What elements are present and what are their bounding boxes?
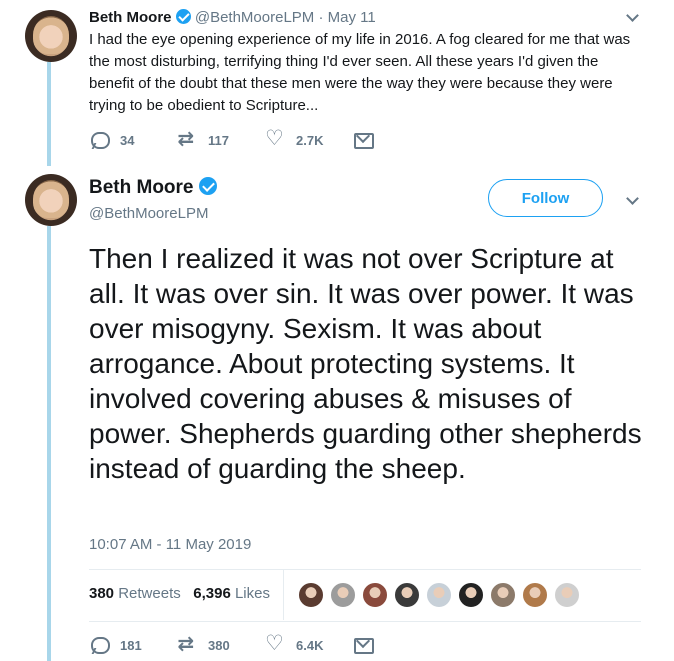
liker-avatar[interactable] <box>394 582 420 608</box>
retweet-icon <box>177 635 197 655</box>
like-button[interactable]: 6.4K <box>265 631 353 655</box>
thread-line <box>47 226 51 661</box>
liker-avatar[interactable] <box>426 582 452 608</box>
avatar[interactable] <box>25 10 77 62</box>
follow-button[interactable]: Follow <box>488 179 603 217</box>
reply-icon <box>89 130 110 150</box>
verified-icon <box>175 9 191 24</box>
divider <box>283 570 284 620</box>
tweet-timestamp[interactable]: 10:07 AM - 11 May 2019 <box>89 536 251 553</box>
verified-icon <box>198 177 217 195</box>
retweets-stat[interactable]: 380 Retweets <box>89 585 181 602</box>
reply-count: 181 <box>120 637 142 653</box>
author-name-row: Beth Moore <box>89 176 217 200</box>
envelope-icon <box>353 130 374 150</box>
tweet-header: Beth Moore @BethMooreLPM · May 11 <box>89 8 376 28</box>
divider <box>89 621 641 622</box>
reply-button[interactable]: 181 <box>89 635 177 655</box>
chevron-down-icon[interactable] <box>626 11 638 23</box>
envelope-icon <box>353 635 374 655</box>
heart-icon <box>265 126 285 150</box>
like-total: 6,396 <box>193 585 231 602</box>
author-name[interactable]: Beth Moore <box>89 177 194 198</box>
liker-avatar[interactable] <box>330 582 356 608</box>
reply-icon <box>89 635 110 655</box>
retweet-button[interactable]: 380 <box>177 635 265 655</box>
thread-line <box>47 62 51 166</box>
liker-avatar[interactable] <box>522 582 548 608</box>
liker-avatars <box>298 582 586 608</box>
liker-avatar[interactable] <box>490 582 516 608</box>
like-button[interactable]: 2.7K <box>265 126 353 150</box>
like-label: Likes <box>234 585 270 602</box>
tweet-date[interactable]: May 11 <box>328 9 376 26</box>
liker-avatar[interactable] <box>554 582 580 608</box>
retweet-total: 380 <box>89 585 115 602</box>
tweet-actions: 34 117 2.7K <box>89 126 441 150</box>
direct-message-button[interactable] <box>353 635 441 655</box>
separator: · <box>318 9 324 26</box>
tweet-stats: 380 Retweets 6,396 Likes <box>89 585 270 602</box>
liker-avatar[interactable] <box>458 582 484 608</box>
avatar[interactable] <box>25 174 77 226</box>
retweet-count: 117 <box>208 132 229 148</box>
author-name[interactable]: Beth Moore <box>89 9 172 26</box>
retweet-count: 380 <box>208 637 230 653</box>
divider <box>89 569 641 570</box>
retweet-label: Retweets <box>118 585 181 602</box>
likes-stat[interactable]: 6,396 Likes <box>193 585 270 602</box>
retweet-button[interactable]: 117 <box>177 130 265 150</box>
chevron-down-icon[interactable] <box>626 194 638 206</box>
author-handle[interactable]: @BethMooreLPM <box>89 205 208 222</box>
author-handle[interactable]: @BethMooreLPM <box>195 9 314 26</box>
like-count: 6.4K <box>296 637 324 653</box>
liker-avatar[interactable] <box>362 582 388 608</box>
heart-icon <box>265 631 285 655</box>
tweet-text: I had the eye opening experience of my l… <box>89 31 631 114</box>
tweet-actions: 181 380 6.4K <box>89 631 441 655</box>
reply-count: 34 <box>120 132 135 148</box>
direct-message-button[interactable] <box>353 130 441 150</box>
retweet-icon <box>177 130 197 150</box>
liker-avatar[interactable] <box>298 582 324 608</box>
tweet-text: Then I realized it was not over Scriptur… <box>89 243 642 484</box>
reply-button[interactable]: 34 <box>89 130 177 150</box>
like-count: 2.7K <box>296 132 324 148</box>
